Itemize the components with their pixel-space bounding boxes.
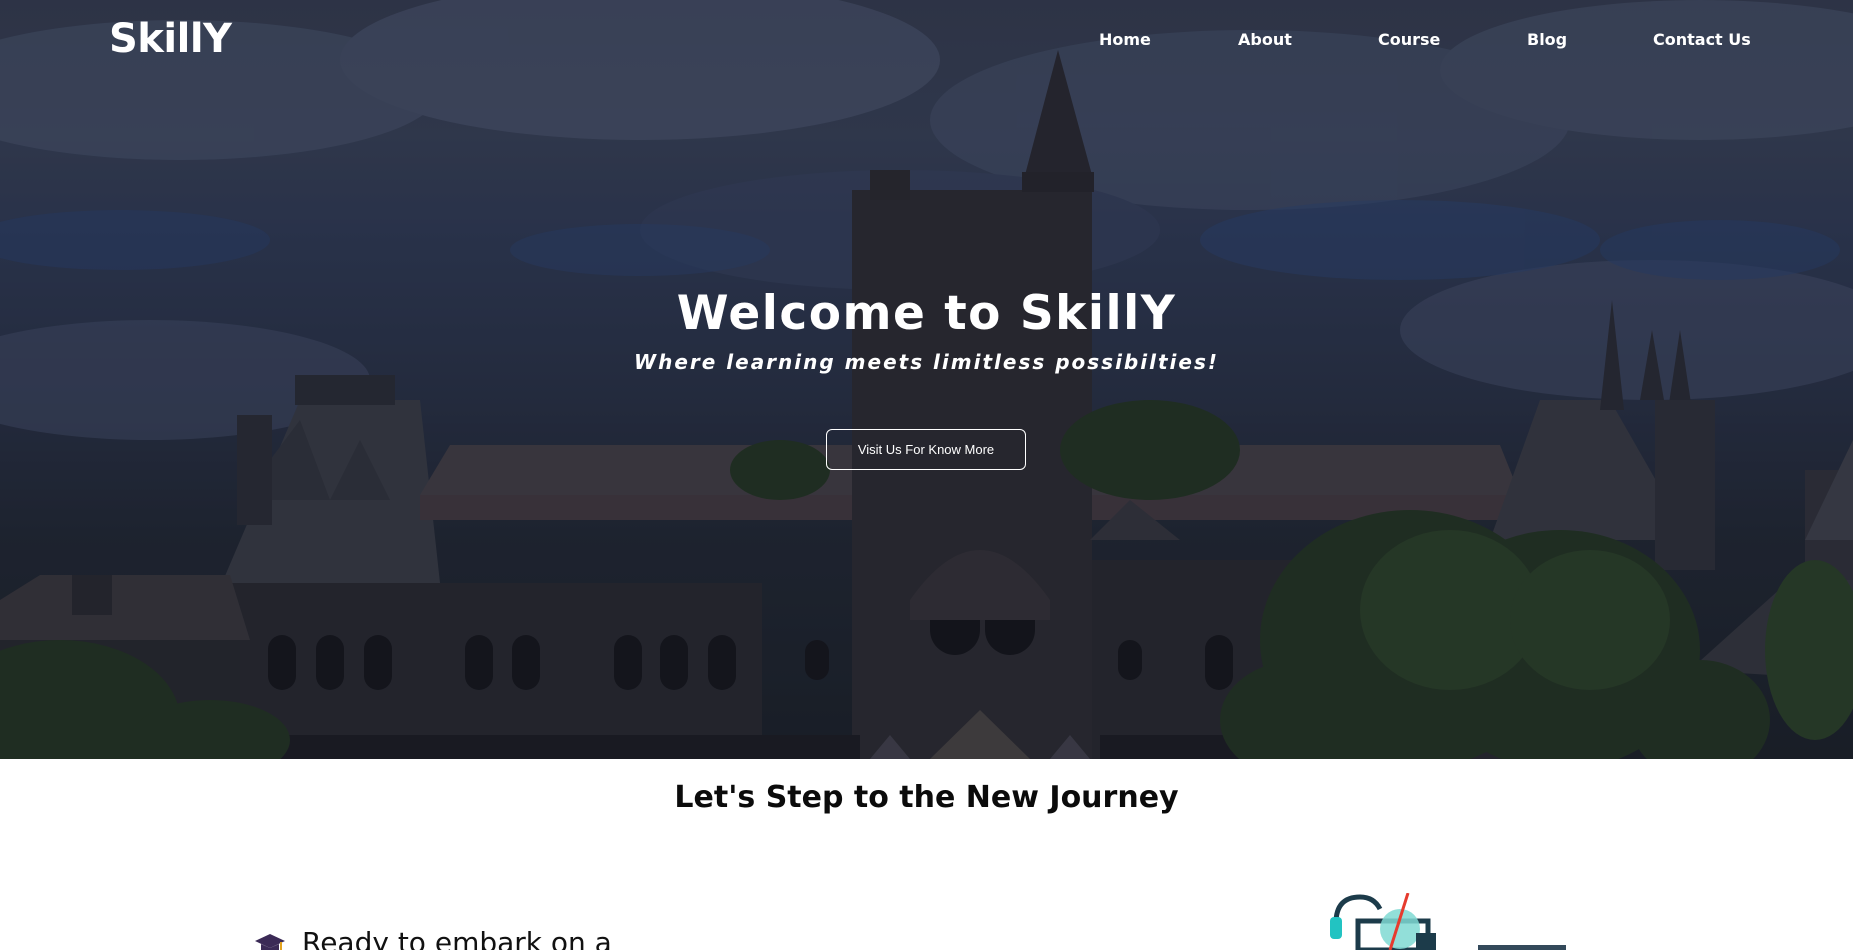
learning-illustration — [1330, 893, 1566, 950]
nav-link-blog[interactable]: Blog — [1527, 30, 1567, 49]
hero-title: Welcome to SkillY — [676, 286, 1177, 341]
nav-link-about[interactable]: About — [1238, 30, 1292, 49]
nav-link-contact-us[interactable]: Contact Us — [1653, 30, 1751, 49]
main-nav: Home About Course Blog Contact Us — [0, 30, 1853, 54]
graduation-cap-icon — [255, 934, 285, 950]
hero-banner: SkillY Home About Course Blog Contact Us… — [0, 0, 1853, 759]
section-heading: Let's Step to the New Journey — [674, 780, 1179, 815]
nav-link-home[interactable]: Home — [1099, 30, 1151, 49]
nav-link-course[interactable]: Course — [1378, 30, 1440, 49]
hero-subtitle: Where learning meets limitless possibilt… — [634, 350, 1219, 374]
visit-us-button[interactable]: Visit Us For Know More — [826, 429, 1026, 470]
hero-overlay — [0, 0, 1853, 759]
journey-intro-text: Ready to embark on a — [302, 926, 612, 950]
